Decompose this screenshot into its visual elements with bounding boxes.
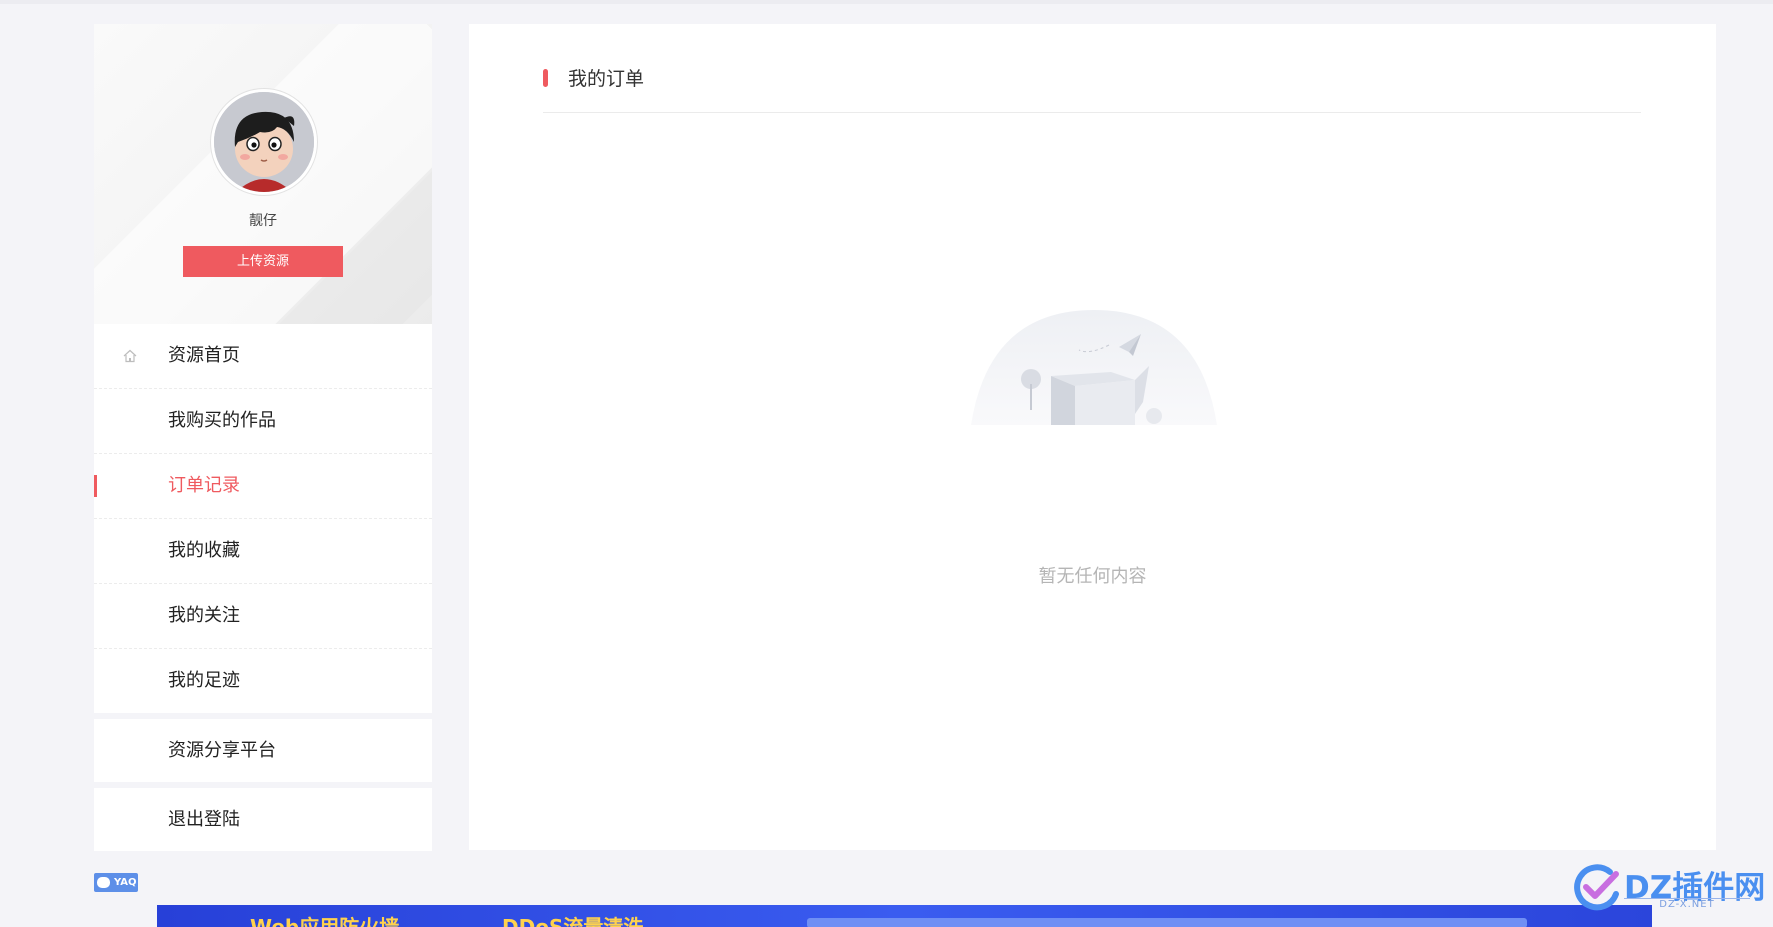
ad-item: Web应用防火墙 bbox=[250, 915, 400, 927]
orders-panel: 我的订单 暂无任何内容 bbox=[469, 24, 1716, 850]
section-header: 我的订单 bbox=[543, 24, 1641, 113]
yaq-badge[interactable]: YAQ bbox=[94, 873, 138, 892]
menu-item-label: 订单记录 bbox=[168, 475, 240, 496]
upload-resource-button[interactable]: 上传资源 bbox=[183, 246, 343, 277]
menu-item-history[interactable]: 我的足迹 bbox=[94, 649, 432, 713]
menu-item-label: 我的关注 bbox=[168, 605, 240, 626]
avatar[interactable] bbox=[211, 89, 317, 195]
menu-item-resource-home[interactable]: 资源首页 bbox=[94, 324, 432, 389]
ad-decor-bar bbox=[807, 918, 1527, 927]
username: 靓仔 bbox=[249, 213, 277, 229]
empty-box-illustration bbox=[971, 310, 1217, 425]
menu-item-following[interactable]: 我的关注 bbox=[94, 584, 432, 649]
user-sidebar: 靓仔 上传资源 资源首页 我购买的作品 订单记录 我的收藏 我的关注 我的足迹 … bbox=[94, 24, 432, 851]
check-logo-icon bbox=[1574, 864, 1619, 911]
page-title: 我的订单 bbox=[568, 68, 645, 90]
home-icon bbox=[123, 349, 137, 363]
menu-item-favorites[interactable]: 我的收藏 bbox=[94, 519, 432, 584]
menu-item-share-platform[interactable]: 资源分享平台 bbox=[94, 719, 432, 782]
menu-item-label: 资源首页 bbox=[168, 345, 240, 366]
sidebar-menu: 资源首页 我购买的作品 订单记录 我的收藏 我的关注 我的足迹 bbox=[94, 324, 432, 713]
empty-state-text: 暂无任何内容 bbox=[1038, 566, 1147, 587]
watermark-domain: DZ-X.NET bbox=[1624, 898, 1750, 910]
ad-item: DDoS流量清洗 bbox=[502, 915, 644, 927]
menu-item-logout[interactable]: 退出登陆 bbox=[94, 788, 432, 851]
site-watermark: DZ插件网 DZ-X.NET bbox=[1572, 862, 1765, 912]
top-strip bbox=[0, 0, 1773, 4]
menu-item-label: 我的足迹 bbox=[168, 670, 240, 691]
cloud-icon bbox=[97, 877, 110, 888]
ad-banner[interactable]: Web应用防火墙 DDoS流量清洗 bbox=[157, 905, 1652, 927]
profile-card: 靓仔 上传资源 bbox=[94, 24, 432, 324]
menu-item-order-records[interactable]: 订单记录 bbox=[94, 454, 432, 519]
menu-item-label: 我的收藏 bbox=[168, 540, 240, 561]
badge-label: YAQ bbox=[114, 877, 137, 888]
menu-item-purchased-works[interactable]: 我购买的作品 bbox=[94, 389, 432, 454]
section-marker bbox=[543, 69, 548, 87]
menu-item-label: 我购买的作品 bbox=[168, 410, 276, 431]
